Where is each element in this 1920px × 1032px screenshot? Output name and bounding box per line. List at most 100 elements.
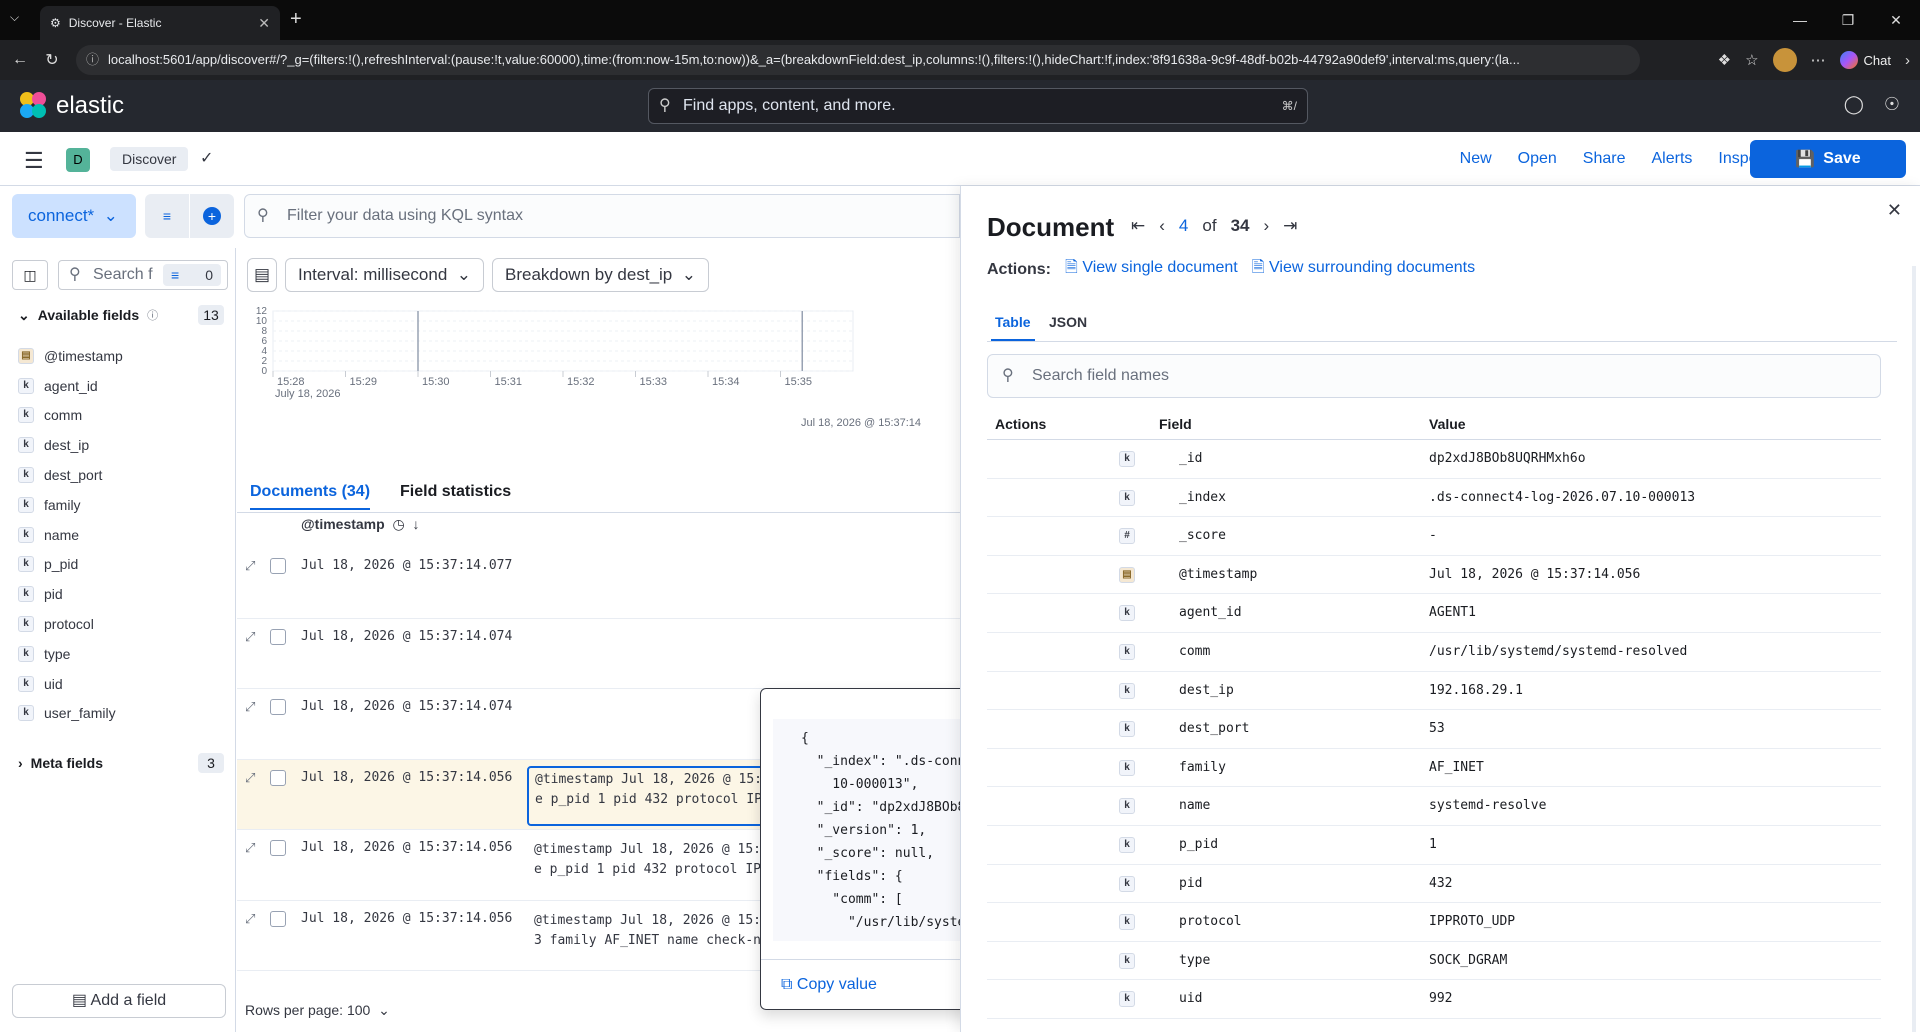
share-link[interactable]: Share [1583, 150, 1626, 168]
table-row[interactable]: k pid 432 [987, 865, 1881, 904]
table-row[interactable]: ⤢ Jul 18, 2026 @ 15:37:14.077 [237, 548, 960, 619]
next-page-icon[interactable]: › [1264, 216, 1270, 236]
sidebar-field-item[interactable]: k comm [18, 401, 228, 431]
space-avatar[interactable]: D [66, 148, 90, 172]
table-row[interactable]: # _score - [987, 517, 1881, 556]
minimize-icon[interactable]: — [1776, 0, 1824, 40]
expand-icon[interactable]: ⤢ [245, 629, 255, 645]
sidebar-field-item[interactable]: ▤ @timestamp [18, 341, 228, 371]
copilot-chat-button[interactable]: Chat [1839, 51, 1891, 69]
timestamp-column-header[interactable]: @timestamp ◷ ↓ [301, 516, 419, 533]
row-checkbox[interactable] [270, 558, 286, 574]
expand-icon[interactable]: ⤢ [245, 911, 255, 927]
table-row[interactable]: ⤢ Jul 18, 2026 @ 15:37:14.074 [237, 619, 960, 689]
sidebar-field-item[interactable]: k protocol [18, 609, 228, 639]
help-icon[interactable]: ◯ [1844, 94, 1864, 115]
global-search-input[interactable]: ⚲ Find apps, content, and more. ⌘/ [648, 88, 1308, 124]
table-row[interactable]: k _index .ds-connect4-log-2026.07.10-00001… [987, 479, 1881, 518]
sidebar-field-item[interactable]: k agent_id [18, 371, 228, 401]
row-checkbox[interactable] [270, 910, 286, 927]
elastic-logo[interactable]: elastic [20, 92, 124, 120]
sidebar-field-item[interactable]: k dest_port [18, 460, 228, 490]
available-fields-header[interactable]: ⌄ Available fields ⓘ 13 [18, 303, 224, 327]
table-row[interactable]: k dest_ip 192.168.29.1 [987, 672, 1881, 711]
breakdown-select[interactable]: Breakdown by dest_ip ⌄ [491, 258, 709, 292]
site-info-icon[interactable]: ⓘ [86, 45, 99, 75]
extensions-icon[interactable]: ❖ [1718, 51, 1731, 69]
alerts-link[interactable]: Alerts [1652, 150, 1693, 168]
table-row[interactable]: k uid 992 [987, 980, 1881, 1019]
expand-icon[interactable]: ⤢ [245, 558, 255, 574]
favorites-icon[interactable]: ☆ [1745, 51, 1758, 69]
table-row[interactable]: k type SOCK_DGRAM [987, 942, 1881, 981]
back-icon[interactable]: ← [4, 51, 36, 69]
table-row[interactable]: k _id dp2xdJ8BOb8UQRHMxh6o [987, 440, 1881, 479]
tab-close-icon[interactable]: ✕ [258, 15, 270, 32]
tab-json[interactable]: JSON [1049, 314, 1087, 330]
copy-value-button[interactable]: ⧉ Copy value [781, 976, 877, 994]
new-link[interactable]: New [1460, 150, 1492, 168]
sidebar-field-item[interactable]: k family [18, 490, 228, 520]
profile-avatar[interactable] [1772, 48, 1797, 72]
restore-icon[interactable]: ❐ [1824, 0, 1872, 40]
tab-field-statistics[interactable]: Field statistics [400, 483, 511, 501]
chart-toggle-button[interactable]: ▤ [247, 258, 277, 292]
meta-fields-header[interactable]: › Meta fields 3 [18, 751, 224, 775]
last-page-icon[interactable]: ⇥ [1283, 216, 1297, 236]
rows-per-page-select[interactable]: Rows per page: 100 ⌄ [245, 1002, 390, 1019]
table-row[interactable]: k family AF_INET [987, 749, 1881, 788]
sidebar-toggle-icon[interactable]: › [1905, 52, 1910, 69]
sort-arrow-icon[interactable]: ↓ [409, 516, 419, 532]
reload-icon[interactable]: ↻ [36, 50, 68, 70]
save-button[interactable]: 💾 Save [1750, 140, 1906, 178]
data-view-picker[interactable]: connect* ⌄ [12, 194, 136, 238]
table-row[interactable]: ▤ @timestamp Jul 18, 2026 @ 15:37:14.056 [987, 556, 1881, 595]
interval-select[interactable]: Interval: millisecond ⌄ [285, 258, 484, 292]
flyout-scrollbar[interactable] [1912, 266, 1916, 1032]
sidebar-field-item[interactable]: k type [18, 639, 228, 669]
sidebar-field-item[interactable]: k user_family [18, 699, 228, 729]
tab-documents[interactable]: Documents (34) [250, 483, 371, 510]
breadcrumb[interactable]: Discover [110, 147, 189, 171]
add-field-button[interactable]: ▤ Add a field [12, 984, 226, 1018]
prev-page-icon[interactable]: ‹ [1159, 216, 1165, 236]
table-row[interactable]: k name systemd-resolve [987, 787, 1881, 826]
window-close-icon[interactable]: ✕ [1872, 0, 1920, 40]
field-filter-button[interactable]: ≡ 0 [163, 264, 221, 286]
table-row[interactable]: k comm/usr/lib/systemd/systemd-resolved [987, 633, 1881, 672]
first-page-icon[interactable]: ⇤ [1131, 216, 1145, 236]
new-tab-icon[interactable]: + [290, 8, 302, 31]
menu-icon[interactable]: ☰ [24, 148, 44, 174]
field-search-input[interactable]: ⚲ Search f ≡ 0 [58, 260, 228, 290]
expand-icon[interactable]: ⤢ [245, 699, 255, 715]
filter-menu-button[interactable]: ≡ [145, 194, 189, 238]
table-row[interactable]: k dest_port 53 [987, 710, 1881, 749]
table-row[interactable]: k agent_id AGENT1 [987, 594, 1881, 633]
row-checkbox[interactable] [270, 699, 286, 715]
add-filter-button[interactable]: + [190, 194, 234, 238]
close-icon[interactable]: ✕ [1887, 200, 1902, 221]
open-link[interactable]: Open [1518, 150, 1557, 168]
flyout-field-search-input[interactable]: ⚲ Search field names [987, 354, 1881, 398]
col-value[interactable]: Value [1429, 416, 1466, 432]
table-row[interactable]: k protocol IPPROTO_UDP [987, 903, 1881, 942]
browser-tab[interactable]: ⚙ Discover - Elastic ✕ [40, 6, 280, 40]
row-checkbox[interactable] [270, 628, 286, 645]
sidebar-field-item[interactable]: k dest_ip [18, 430, 228, 460]
row-checkbox[interactable] [270, 769, 286, 786]
view-surrounding-documents-link[interactable]: 🗎 View surrounding documents [1252, 256, 1475, 283]
user-menu-icon[interactable]: ☉ [1884, 94, 1900, 115]
tab-table[interactable]: Table [991, 314, 1035, 341]
sidebar-collapse-button[interactable]: ◫ [12, 260, 48, 290]
sidebar-field-item[interactable]: k uid [18, 669, 228, 699]
expand-icon[interactable]: ⤢ [245, 770, 255, 786]
kql-input[interactable]: ⚲ Filter your data using KQL syntax [244, 194, 960, 238]
histogram-chart[interactable]: 12108642015:28 15:29 15:30 15:31 15:32 15:33 1… [237, 303, 960, 428]
expand-icon[interactable]: ⤢ [245, 840, 255, 856]
sidebar-field-item[interactable]: k name [18, 520, 228, 550]
more-menu-icon[interactable]: ⋯ [1811, 51, 1826, 69]
table-row[interactable]: k p_pid 1 [987, 826, 1881, 865]
col-field[interactable]: Field [1159, 416, 1192, 432]
address-bar[interactable]: ⓘ localhost:5601/app/discover#/?_g=(filt… [76, 45, 1640, 75]
tab-search-menu-icon[interactable]: ⌵ [10, 10, 19, 25]
